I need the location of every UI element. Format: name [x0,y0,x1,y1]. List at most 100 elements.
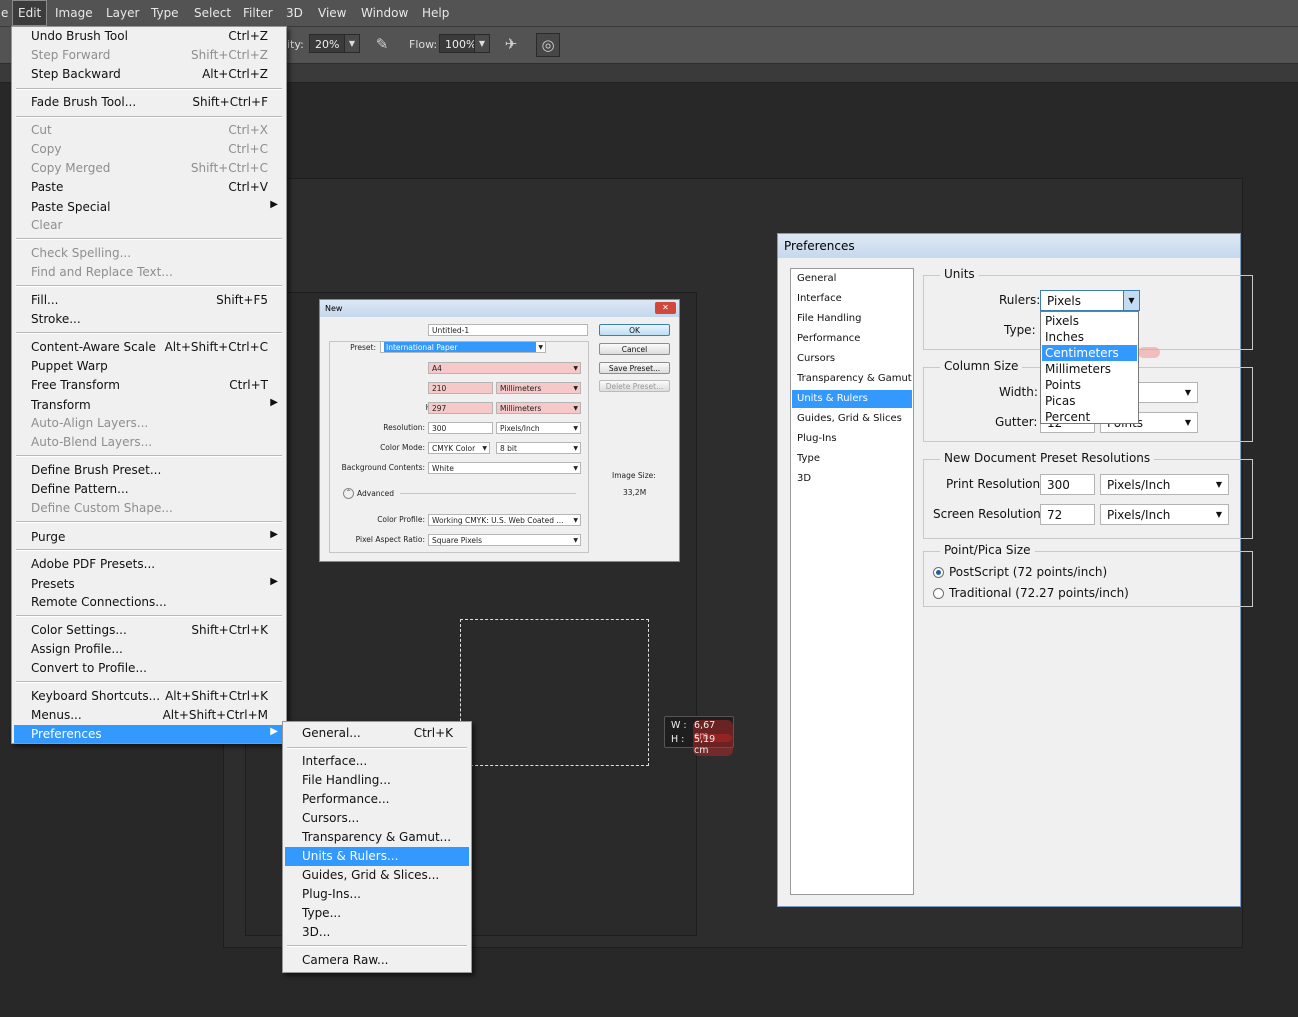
submenu-type[interactable]: Type... [285,904,469,923]
width-unit-select[interactable]: Millimeters ▼ [496,382,581,394]
submenu-interface[interactable]: Interface... [285,752,469,771]
menu-check-spelling[interactable]: Check Spelling... [14,244,284,263]
menu-pdf-presets[interactable]: Adobe PDF Presets... [14,555,284,574]
resolution-unit-select[interactable]: Pixels/Inch ▼ [496,422,581,434]
menu-select[interactable]: Select [189,0,236,26]
delete-preset-button[interactable]: Delete Preset... [599,380,670,392]
category-3d[interactable]: 3D [792,470,912,488]
menu-convert-profile[interactable]: Convert to Profile... [14,659,284,678]
submenu-transparency[interactable]: Transparency & Gamut... [285,828,469,847]
ruler-option-millimeters[interactable]: Millimeters [1042,361,1137,377]
menu-define-brush[interactable]: Define Brush Preset... [14,461,284,480]
menu-auto-align[interactable]: Auto-Align Layers... [14,414,284,433]
ruler-option-points[interactable]: Points [1042,377,1137,393]
traditional-radio[interactable] [933,588,944,599]
marquee-selection[interactable] [460,619,649,766]
category-interface[interactable]: Interface [792,290,912,308]
menu-step-backward[interactable]: Step Backward Alt+Ctrl+Z [14,65,284,84]
ok-button[interactable]: OK [599,324,670,336]
menu-undo[interactable]: Undo Brush Tool Ctrl+Z [14,27,284,46]
menu-image[interactable]: Image [50,0,98,26]
menu-find-replace[interactable]: Find and Replace Text... [14,263,284,282]
menu-remote-connections[interactable]: Remote Connections... [14,593,284,612]
height-field[interactable]: 297 [428,402,493,414]
menu-fill[interactable]: Fill... Shift+F5 [14,291,284,310]
category-plugins[interactable]: Plug-Ins [792,430,912,448]
category-type[interactable]: Type [792,450,912,468]
submenu-3d[interactable]: 3D... [285,923,469,942]
menu-define-pattern[interactable]: Define Pattern... [14,480,284,499]
menu-view[interactable]: View [313,0,351,26]
width-field[interactable]: 210 [428,382,493,394]
menu-filter[interactable]: Filter [238,0,278,26]
menu-fade[interactable]: Fade Brush Tool... Shift+Ctrl+F [14,93,284,112]
print-resolution-unit-select[interactable]: Pixels/Inch ▼ [1100,474,1229,495]
category-units-rulers[interactable]: Units & Rulers [792,390,912,408]
menu-transform[interactable]: Transform ▶ [14,396,284,415]
menu-preferences[interactable]: Preferences ▶ [14,725,284,743]
resolution-field[interactable]: 300 [428,422,493,434]
menu-paste-special[interactable]: Paste Special ▶ [14,198,284,217]
menu-color-settings[interactable]: Color Settings... Shift+Ctrl+K [14,621,284,640]
name-field[interactable]: Untitled-1 [428,324,588,336]
category-transparency[interactable]: Transparency & Gamut [792,370,912,388]
menu-window[interactable]: Window [356,0,413,26]
save-preset-button[interactable]: Save Preset... [599,362,670,374]
height-unit-select[interactable]: Millimeters ▼ [496,402,581,414]
postscript-radio[interactable] [933,567,944,578]
menu-step-forward[interactable]: Step Forward Shift+Ctrl+Z [14,46,284,65]
rulers-select[interactable]: Pixels ▼ [1040,290,1140,311]
color-mode-select[interactable]: CMYK Color ▼ [428,442,490,454]
menu-free-transform[interactable]: Free Transform Ctrl+T [14,376,284,395]
airbrush-icon[interactable]: ✈ [500,33,522,55]
category-guides[interactable]: Guides, Grid & Slices [792,410,912,428]
advanced-toggle-icon[interactable]: ⌃ [343,488,354,499]
submenu-camera-raw[interactable]: Camera Raw... [285,951,469,970]
menu-define-shape[interactable]: Define Custom Shape... [14,499,284,518]
menu-puppet-warp[interactable]: Puppet Warp [14,357,284,376]
opacity-dropdown[interactable]: ▼ [344,34,360,53]
background-select[interactable]: White ▼ [428,462,581,474]
screen-resolution-unit-select[interactable]: Pixels/Inch ▼ [1100,504,1229,525]
ruler-option-pixels[interactable]: Pixels [1042,313,1137,329]
preset-select[interactable]: International Paper ▼ [380,341,546,353]
menu-type[interactable]: Type [146,0,184,26]
category-cursors[interactable]: Cursors [792,350,912,368]
aspect-ratio-select[interactable]: Square Pixels ▼ [428,534,581,546]
color-profile-select[interactable]: Working CMYK: U.S. Web Coated ... ▼ [428,514,581,526]
submenu-cursors[interactable]: Cursors... [285,809,469,828]
menu-stroke[interactable]: Stroke... [14,310,284,329]
print-resolution-field[interactable]: 300 [1040,474,1095,495]
ruler-option-centimeters[interactable]: Centimeters [1042,345,1137,361]
submenu-file-handling[interactable]: File Handling... [285,771,469,790]
opacity-field[interactable]: 20% [309,34,345,53]
rulers-dropdown-arrow[interactable]: ▼ [1123,291,1139,310]
submenu-performance[interactable]: Performance... [285,790,469,809]
ruler-option-inches[interactable]: Inches [1042,329,1137,345]
menu-presets[interactable]: Presets ▶ [14,575,284,594]
menu-keyboard-shortcuts[interactable]: Keyboard Shortcuts... Alt+Shift+Ctrl+K [14,687,284,706]
category-file-handling[interactable]: File Handling [792,310,912,328]
menu-copy[interactable]: Copy Ctrl+C [14,140,284,159]
tablet-pressure-icon[interactable]: ◎ [536,33,560,57]
size-select[interactable]: A4 ▼ [428,362,581,374]
ruler-option-picas[interactable]: Picas [1042,393,1137,409]
close-icon[interactable]: ✕ [655,302,676,314]
menu-copy-merged[interactable]: Copy Merged Shift+Ctrl+C [14,159,284,178]
submenu-general[interactable]: General... Ctrl+K [285,724,469,743]
menu-auto-blend[interactable]: Auto-Blend Layers... [14,433,284,452]
menu-paste[interactable]: Paste Ctrl+V [14,178,284,197]
category-performance[interactable]: Performance [792,330,912,348]
menu-content-aware-scale[interactable]: Content-Aware Scale Alt+Shift+Ctrl+C [14,338,284,357]
flow-dropdown[interactable]: ▼ [474,34,490,53]
flow-field[interactable]: 100% [439,34,476,53]
menu-assign-profile[interactable]: Assign Profile... [14,640,284,659]
menu-menus[interactable]: Menus... Alt+Shift+Ctrl+M [14,706,284,725]
submenu-units-rulers[interactable]: Units & Rulers... [285,847,469,866]
bit-depth-select[interactable]: 8 bit ▼ [496,442,581,454]
submenu-plugins[interactable]: Plug-Ins... [285,885,469,904]
menu-layer[interactable]: Layer [101,0,144,26]
menu-cut[interactable]: Cut Ctrl+X [14,121,284,140]
submenu-guides[interactable]: Guides, Grid & Slices... [285,866,469,885]
menu-edit[interactable]: Edit [12,0,48,26]
